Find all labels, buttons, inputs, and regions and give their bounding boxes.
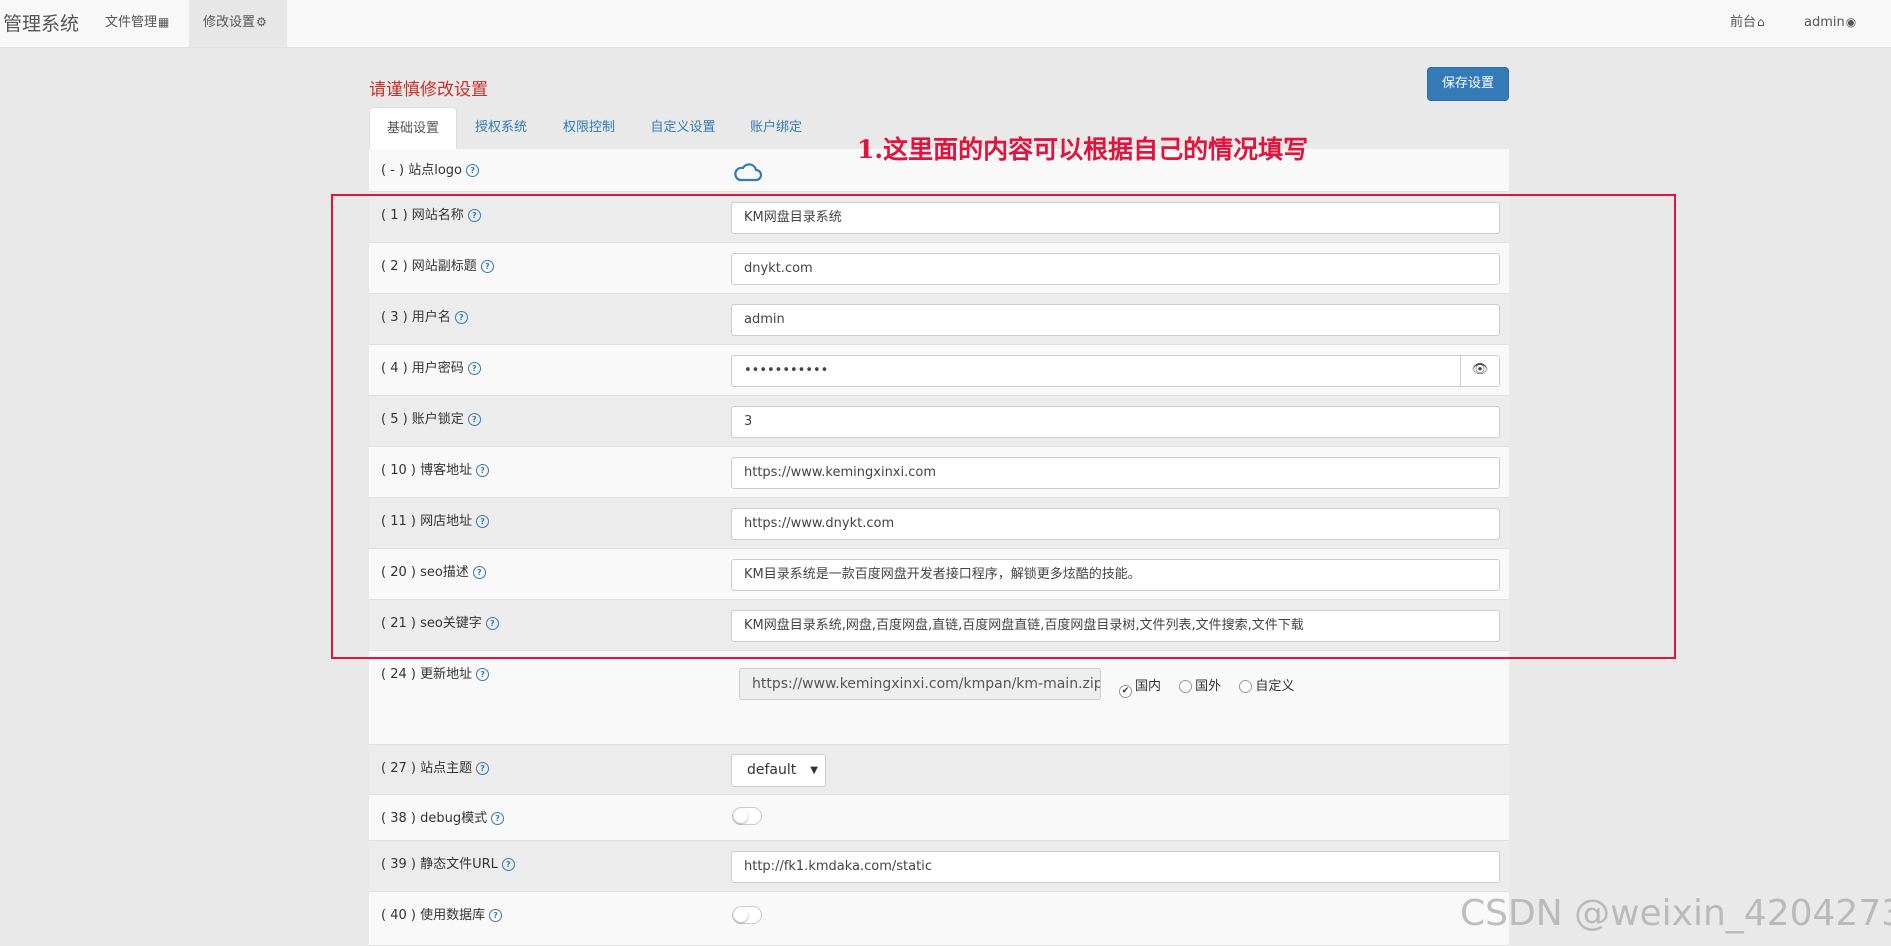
toggle-knob xyxy=(734,809,748,823)
setting-label: ( 27 ) 站点主题? xyxy=(381,757,490,776)
tab-custom[interactable]: 自定义设置 xyxy=(633,107,733,149)
toggle-knob xyxy=(734,908,748,922)
setting-label: ( 38 ) debug模式? xyxy=(381,807,505,826)
warning-title: 请谨慎修改设置 xyxy=(369,80,488,100)
setting-label: ( 40 ) 使用数据库? xyxy=(381,904,503,923)
home-icon: ⌂ xyxy=(1757,15,1765,29)
help-icon[interactable]: ? xyxy=(501,858,515,871)
annotation-highlight-box xyxy=(331,194,1676,659)
chevron-down-icon: ▼ xyxy=(810,765,818,776)
nav-user-menu[interactable]: admin◉ xyxy=(1790,0,1870,47)
setting-label: ( 24 ) 更新地址? xyxy=(381,663,490,682)
setting-label: ( - ) 站点logo? xyxy=(381,159,480,178)
setting-row-update-url: ( 24 ) 更新地址? https://www.kemingxinxi.com… xyxy=(369,651,1509,745)
setting-row-debug: ( 38 ) debug模式? xyxy=(369,795,1509,841)
theme-select[interactable]: default ▼ xyxy=(731,754,826,787)
tab-permissions[interactable]: 权限控制 xyxy=(545,107,633,149)
theme-select-value: default xyxy=(747,762,797,778)
save-settings-button[interactable]: 保存设置 xyxy=(1427,67,1509,101)
use-database-toggle[interactable] xyxy=(732,906,762,924)
radio-domestic[interactable]: ✔ xyxy=(1119,685,1132,698)
radio-overseas[interactable] xyxy=(1179,680,1193,693)
nav-file-management[interactable]: 文件管理▦ xyxy=(91,0,183,47)
setting-label: ( 39 ) 静态文件URL? xyxy=(381,853,515,872)
setting-row-use-database: ( 40 ) 使用数据库? xyxy=(369,892,1509,946)
tab-basic[interactable]: 基础设置 xyxy=(369,107,457,150)
gear-icon: ⚙ xyxy=(256,15,267,29)
cloud-icon[interactable] xyxy=(733,161,763,183)
brand-title[interactable]: 管理系统 xyxy=(3,9,79,36)
grid-icon: ▦ xyxy=(158,15,170,29)
nav-file-management-label: 文件管理 xyxy=(105,15,158,30)
help-icon[interactable]: ? xyxy=(489,909,503,922)
update-source-radio-group: ✔ 国内 国外 自定义 xyxy=(1119,675,1308,698)
watermark: CSDN @weixin_42042732 xyxy=(1460,893,1891,934)
tab-license[interactable]: 授权系统 xyxy=(457,107,545,149)
radio-custom-label: 自定义 xyxy=(1255,679,1295,694)
nav-frontend[interactable]: 前台⌂ xyxy=(1716,0,1779,47)
radio-custom[interactable] xyxy=(1239,680,1253,693)
nav-user-label: admin xyxy=(1804,15,1845,30)
radio-domestic-label: 国内 xyxy=(1135,679,1162,694)
nav-frontend-label: 前台 xyxy=(1730,15,1757,30)
help-icon[interactable]: ? xyxy=(476,668,490,681)
tab-account-binding[interactable]: 账户绑定 xyxy=(733,107,819,149)
nav-settings[interactable]: 修改设置⚙ xyxy=(189,0,287,47)
static-url-input[interactable]: http://fk1.kmdaka.com/static xyxy=(731,851,1500,883)
nav-settings-label: 修改设置 xyxy=(203,15,256,30)
annotation-text: 1.这里面的内容可以根据自己的情况填写 xyxy=(857,135,1309,164)
debug-toggle[interactable] xyxy=(732,807,762,825)
help-icon[interactable]: ? xyxy=(476,762,490,775)
setting-row-theme: ( 27 ) 站点主题? default ▼ xyxy=(369,745,1509,795)
help-icon[interactable]: ? xyxy=(491,812,505,825)
user-icon: ◉ xyxy=(1845,15,1857,29)
update-url-input[interactable]: https://www.kemingxinxi.com/kmpan/km-mai… xyxy=(739,668,1101,700)
top-navbar: 管理系统 文件管理▦ 修改设置⚙ 前台⌂ admin◉ xyxy=(0,0,1891,48)
setting-row-static-url: ( 39 ) 静态文件URL? http://fk1.kmdaka.com/st… xyxy=(369,841,1509,892)
help-icon[interactable]: ? xyxy=(466,164,480,177)
radio-overseas-label: 国外 xyxy=(1195,679,1222,694)
